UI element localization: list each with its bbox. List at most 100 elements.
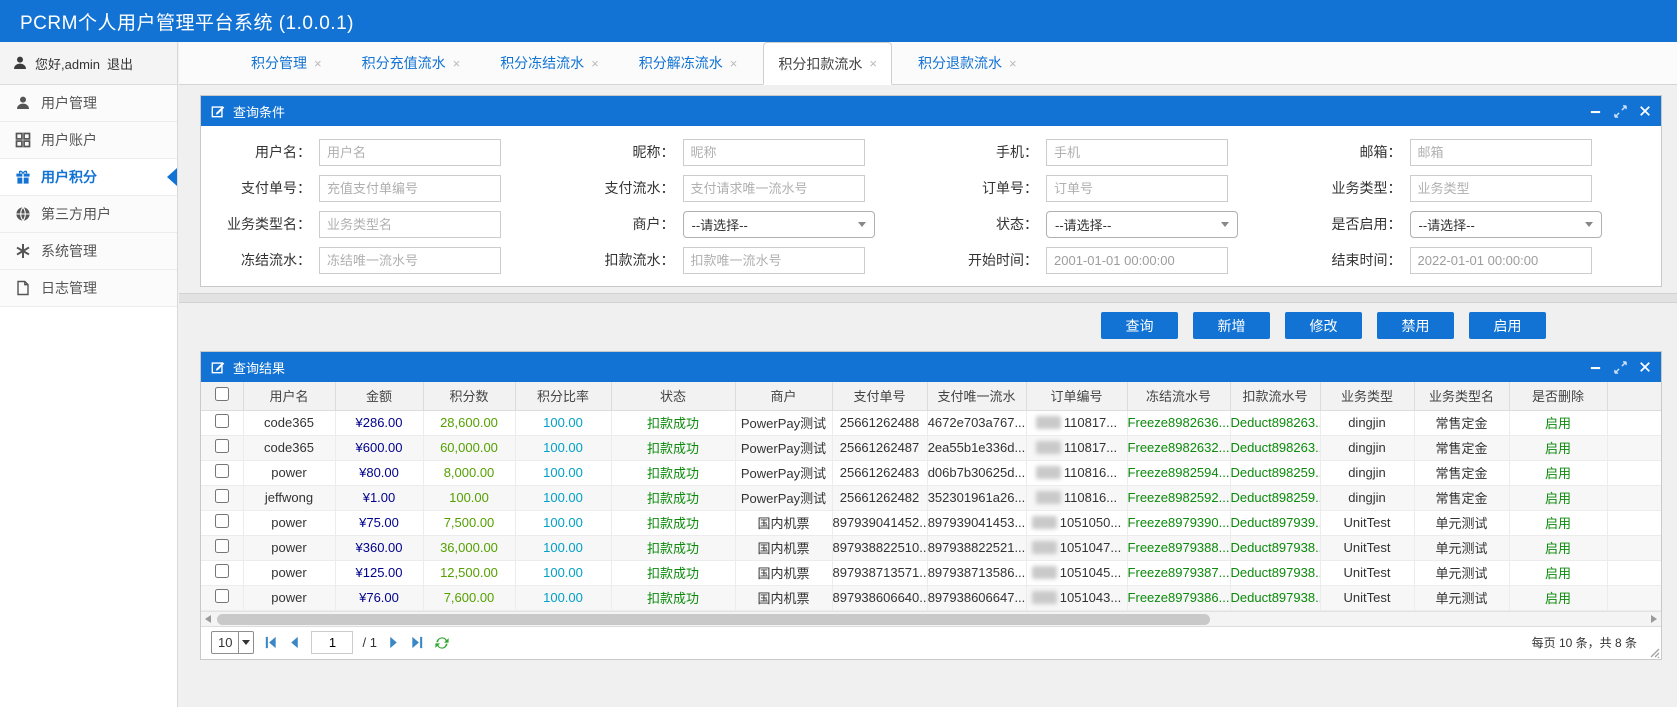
cell-user: power xyxy=(243,460,335,485)
scroll-right-arrow[interactable] xyxy=(1651,615,1657,623)
row-checkbox[interactable] xyxy=(215,464,229,478)
nickname-input[interactable] xyxy=(683,139,865,166)
row-checkbox[interactable] xyxy=(215,589,229,603)
table-row[interactable]: code365¥600.0060,000.00100.00扣款成功PowerPa… xyxy=(201,435,1661,460)
order-no-input[interactable] xyxy=(1046,175,1228,202)
sidebar-item-user-points[interactable]: 用户积分 xyxy=(0,159,177,196)
column-header[interactable]: 支付唯一流水 xyxy=(927,382,1026,410)
table-row[interactable]: power¥125.0012,500.00100.00扣款成功国内机票89793… xyxy=(201,560,1661,585)
merchant-select[interactable]: --请选择-- xyxy=(683,211,875,238)
username-input[interactable] xyxy=(319,139,501,166)
row-checkbox[interactable] xyxy=(215,414,229,428)
first-page-button[interactable] xyxy=(263,635,278,650)
biz-type-name-input[interactable] xyxy=(319,211,501,238)
scrollbar-thumb[interactable] xyxy=(217,614,1210,625)
status-select[interactable]: --请选择-- xyxy=(1046,211,1238,238)
pay-order-no-input[interactable] xyxy=(319,175,501,202)
tab-deduct-flow[interactable]: 积分扣款流水× xyxy=(763,42,892,85)
expand-icon[interactable] xyxy=(1614,361,1627,374)
column-header[interactable]: 业务类型名 xyxy=(1414,382,1509,410)
minimize-icon[interactable] xyxy=(1589,105,1602,118)
biz-type-input[interactable] xyxy=(1410,175,1592,202)
enable-button[interactable]: 启用 xyxy=(1469,312,1546,339)
sidebar-item-log-mgmt[interactable]: 日志管理 xyxy=(0,270,177,307)
sidebar-item-user-account[interactable]: 用户账户 xyxy=(0,122,177,159)
next-page-button[interactable] xyxy=(386,635,401,650)
tab-close-icon[interactable]: × xyxy=(730,56,738,71)
panel-splitter[interactable] xyxy=(179,293,1677,303)
table-row[interactable]: power¥76.007,600.00100.00扣款成功国内机票8979386… xyxy=(201,585,1661,610)
row-checkbox[interactable] xyxy=(215,439,229,453)
tab-points-mgmt[interactable]: 积分管理× xyxy=(237,42,336,84)
edit-button[interactable]: 修改 xyxy=(1285,312,1362,339)
tab-recharge-flow[interactable]: 积分充值流水× xyxy=(348,42,475,84)
cell-ratio: 100.00 xyxy=(515,410,611,435)
table-row[interactable]: power¥75.007,500.00100.00扣款成功国内机票8979390… xyxy=(201,510,1661,535)
page-number-input[interactable] xyxy=(311,631,353,654)
tab-close-icon[interactable]: × xyxy=(1009,56,1017,71)
column-header[interactable]: 商户 xyxy=(735,382,832,410)
start-time-input[interactable] xyxy=(1046,247,1228,274)
deduct-flow-input[interactable] xyxy=(683,247,865,274)
freeze-flow-input[interactable] xyxy=(319,247,501,274)
row-checkbox[interactable] xyxy=(215,514,229,528)
cell-user: code365 xyxy=(243,410,335,435)
mobile-input[interactable] xyxy=(1046,139,1228,166)
scroll-left-arrow[interactable] xyxy=(205,615,211,623)
column-header[interactable]: 积分比率 xyxy=(515,382,611,410)
email-input[interactable] xyxy=(1410,139,1592,166)
query-form: 用户名：昵称：手机：邮箱：支付单号：支付流水：订单号：业务类型：业务类型名：商户… xyxy=(201,126,1661,286)
refresh-icon[interactable] xyxy=(434,635,450,651)
tab-freeze-flow[interactable]: 积分冻结流水× xyxy=(486,42,613,84)
table-row[interactable]: code365¥286.0028,600.00100.00扣款成功PowerPa… xyxy=(201,410,1661,435)
field-username: 用户名： xyxy=(201,138,565,166)
column-header[interactable]: 支付单号 xyxy=(832,382,927,410)
column-header[interactable]: 业务类型 xyxy=(1320,382,1414,410)
page-size-select[interactable]: 10 xyxy=(211,631,254,654)
column-header[interactable]: 积分数 xyxy=(423,382,515,410)
tab-close-icon[interactable]: × xyxy=(591,56,599,71)
minimize-icon[interactable] xyxy=(1589,361,1602,374)
tab-close-icon[interactable]: × xyxy=(453,56,461,71)
end-time-input[interactable] xyxy=(1410,247,1592,274)
pay-flow-input[interactable] xyxy=(683,175,865,202)
column-header[interactable]: 是否删除 xyxy=(1509,382,1607,410)
table-row[interactable]: power¥360.0036,000.00100.00扣款成功国内机票89793… xyxy=(201,535,1661,560)
column-header[interactable]: 状态 xyxy=(611,382,735,410)
cell-order: 110816... xyxy=(1026,460,1127,485)
close-icon[interactable] xyxy=(1639,361,1651,373)
resize-grip-icon[interactable] xyxy=(1646,644,1660,658)
last-page-button[interactable] xyxy=(410,635,425,650)
add-button[interactable]: 新增 xyxy=(1193,312,1270,339)
prev-page-button[interactable] xyxy=(287,635,302,650)
tab-close-icon[interactable]: × xyxy=(314,56,322,71)
enabled-select[interactable]: --请选择-- xyxy=(1410,211,1602,238)
row-checkbox[interactable] xyxy=(215,564,229,578)
table-row[interactable]: power¥80.008,000.00100.00扣款成功PowerPay测试2… xyxy=(201,460,1661,485)
cell-ratio: 100.00 xyxy=(515,535,611,560)
column-header[interactable]: 扣款流水号 xyxy=(1230,382,1320,410)
table-row[interactable]: jeffwong¥1.00100.00100.00扣款成功PowerPay测试2… xyxy=(201,485,1661,510)
logout-link[interactable]: 退出 xyxy=(107,54,133,73)
sidebar-item-user-mgmt[interactable]: 用户管理 xyxy=(0,85,177,122)
tab-refund-flow[interactable]: 积分退款流水× xyxy=(904,42,1031,84)
chevron-down-icon xyxy=(238,632,253,653)
search-button[interactable]: 查询 xyxy=(1101,312,1178,339)
expand-icon[interactable] xyxy=(1614,105,1627,118)
results-panel-title: 查询结果 xyxy=(233,358,285,377)
close-icon[interactable] xyxy=(1639,105,1651,117)
sidebar-item-third-party[interactable]: 第三方用户 xyxy=(0,196,177,233)
row-checkbox[interactable] xyxy=(215,539,229,553)
column-header[interactable]: 冻结流水号 xyxy=(1127,382,1230,410)
row-checkbox[interactable] xyxy=(215,489,229,503)
select-all-checkbox[interactable] xyxy=(215,387,229,401)
column-header[interactable]: 金额 xyxy=(335,382,423,410)
column-header[interactable]: 用户名 xyxy=(243,382,335,410)
sidebar-item-system-mgmt[interactable]: 系统管理 xyxy=(0,233,177,270)
cell-merchant: PowerPay测试 xyxy=(735,485,832,510)
tab-close-icon[interactable]: × xyxy=(869,56,877,71)
field-email: 邮箱： xyxy=(1292,138,1656,166)
tab-unfreeze-flow[interactable]: 积分解冻流水× xyxy=(625,42,752,84)
column-header[interactable]: 订单编号 xyxy=(1026,382,1127,410)
disable-button[interactable]: 禁用 xyxy=(1377,312,1454,339)
